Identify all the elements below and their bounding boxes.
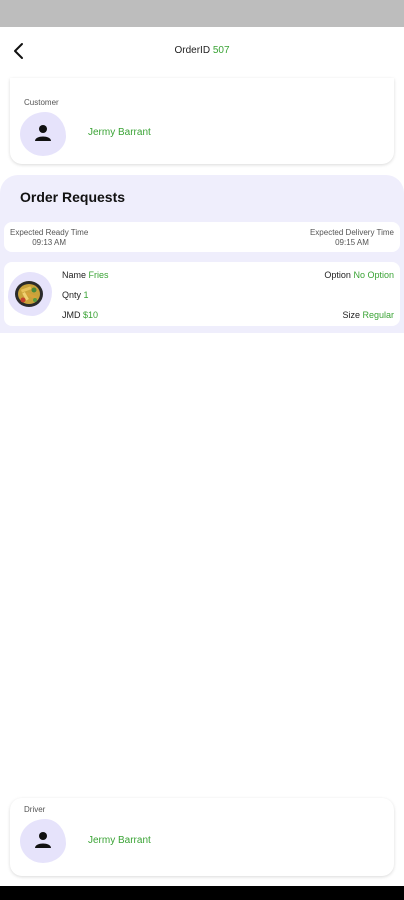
item-name-value: Fries <box>88 270 109 280</box>
item-size-label: Size <box>342 310 360 320</box>
item-name-field: Name Fries <box>62 270 109 280</box>
item-price-value: $10 <box>83 310 99 320</box>
item-option-label: Option <box>324 270 351 280</box>
customer-name: Jermy Barrant <box>88 127 151 138</box>
item-name-label: Name <box>62 270 87 280</box>
order-requests-title: Order Requests <box>20 189 126 205</box>
order-id-label: OrderID <box>174 45 211 56</box>
driver-name: Jermy Barrant <box>88 835 151 846</box>
page-title: OrderID 507 <box>0 45 404 56</box>
driver-card[interactable]: Driver Jermy Barrant <box>10 798 394 876</box>
item-size-field: Size Regular <box>342 310 394 320</box>
driver-label: Driver <box>24 805 46 814</box>
ready-time-value: 09:13 AM <box>32 238 67 247</box>
item-qty-label: Qnty <box>62 290 82 300</box>
person-icon <box>35 125 51 141</box>
customer-avatar <box>20 112 66 156</box>
item-qty-field: Qnty 1 <box>62 290 89 300</box>
ready-time-block: Expected Ready Time 09:13 AM <box>10 228 88 248</box>
order-requests-panel: Order Requests Expected Ready Time 09:13… <box>0 175 404 333</box>
driver-avatar <box>20 819 66 863</box>
order-id-value: 507 <box>212 45 230 56</box>
navigation-bar <box>0 886 404 900</box>
app-bar: OrderID 507 <box>0 27 404 75</box>
order-item-card[interactable]: Name Fries Qnty 1 JMD $10 Option No Opti… <box>4 262 400 326</box>
item-size-value: Regular <box>362 310 394 320</box>
customer-label: Customer <box>24 98 59 107</box>
item-option-value: No Option <box>353 270 394 280</box>
person-icon <box>35 832 51 848</box>
customer-card[interactable]: Customer Jermy Barrant <box>10 78 394 164</box>
item-currency: JMD <box>62 310 81 320</box>
ready-time-label: Expected Ready Time <box>10 228 89 237</box>
item-qty-value: 1 <box>83 290 89 300</box>
delivery-time-value: 09:15 AM <box>335 238 369 247</box>
item-price-field: JMD $10 <box>62 310 98 320</box>
delivery-time-block: Expected Delivery Time 09:15 AM <box>310 228 394 248</box>
food-image <box>15 281 43 307</box>
status-bar <box>0 0 404 27</box>
food-avatar <box>8 272 52 316</box>
item-option-field: Option No Option <box>324 270 394 280</box>
times-row: Expected Ready Time 09:13 AM Expected De… <box>4 222 400 252</box>
delivery-time-label: Expected Delivery Time <box>309 228 394 237</box>
